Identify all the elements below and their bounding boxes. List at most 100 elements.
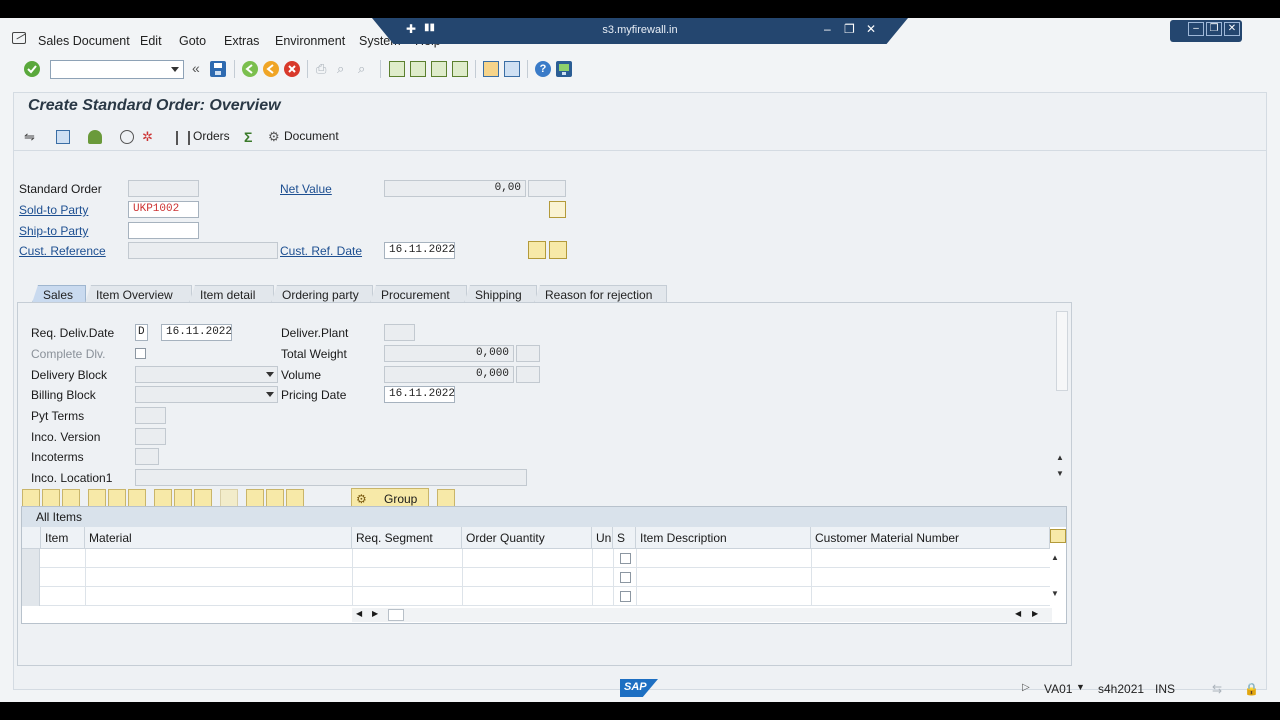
req-deliv-type-input[interactable]: D <box>135 324 148 341</box>
net-value-label[interactable]: Net Value <box>280 182 332 196</box>
print-preview-icon[interactable] <box>549 241 567 259</box>
condition-icon[interactable] <box>246 489 264 507</box>
close-window-icon[interactable]: ✕ <box>1224 22 1240 36</box>
exit-icon[interactable] <box>263 61 279 77</box>
document-header-icon[interactable] <box>549 201 566 218</box>
orders-icon[interactable] <box>176 131 190 145</box>
column-un[interactable]: Un <box>592 527 613 549</box>
enter-icon[interactable] <box>24 61 40 77</box>
table-row[interactable] <box>22 549 1050 568</box>
tab-reason-for-rejection[interactable]: Reason for rejection <box>534 285 667 303</box>
row-checkbox[interactable] <box>620 591 631 602</box>
status-expand-icon[interactable]: ▷ <box>1022 682 1030 693</box>
incoterms-input[interactable] <box>135 448 159 465</box>
next-page-icon[interactable] <box>431 61 447 77</box>
complete-dlv-checkbox[interactable] <box>135 348 146 359</box>
billing-block-dropdown[interactable] <box>135 386 278 403</box>
menu-edit[interactable]: Edit <box>140 34 162 48</box>
pyt-terms-input[interactable] <box>135 407 166 424</box>
inco-location-input[interactable] <box>135 469 527 486</box>
column-material[interactable]: Material <box>85 527 352 549</box>
orders-button[interactable]: Orders <box>193 129 230 143</box>
menu-extras[interactable]: Extras <box>224 34 259 48</box>
horizontal-scrollbar[interactable]: ◀ ▶ ◀ ▶ <box>352 608 1052 622</box>
ship-to-party-input[interactable] <box>128 222 199 239</box>
last-page-icon[interactable] <box>452 61 468 77</box>
tab-procurement[interactable]: Procurement <box>370 285 467 303</box>
tab-item-detail[interactable]: Item detail <box>189 285 274 303</box>
table-row[interactable] <box>22 568 1050 587</box>
display-doc-flow-icon[interactable]: ⇋ <box>24 130 38 144</box>
menu-goto[interactable]: Goto <box>179 34 206 48</box>
cancel-icon[interactable] <box>284 61 300 77</box>
chevron-down-icon[interactable] <box>266 372 274 377</box>
new-session-icon[interactable] <box>483 61 499 77</box>
incompletion-icon[interactable]: ✲ <box>142 130 156 144</box>
column-req-segment[interactable]: Req. Segment <box>352 527 462 549</box>
inco-version-input[interactable] <box>135 428 166 445</box>
chevron-down-icon[interactable] <box>266 392 274 397</box>
minimize-icon[interactable]: – <box>824 22 831 36</box>
edit-icon[interactable] <box>286 489 304 507</box>
column-item[interactable]: Item <box>41 527 85 549</box>
select-block-icon[interactable] <box>108 489 126 507</box>
item-details-icon[interactable] <box>22 489 40 507</box>
menu-environment[interactable]: Environment <box>275 34 345 48</box>
scroll-down-icon[interactable]: ▼ <box>1056 469 1064 478</box>
row-selector[interactable] <box>22 549 40 568</box>
tab-item-overview[interactable]: Item Overview <box>85 285 192 303</box>
restore-window-icon[interactable]: ❐ <box>1206 22 1222 36</box>
delivery-block-dropdown[interactable] <box>135 366 278 383</box>
close-icon[interactable]: ✕ <box>866 22 876 36</box>
delete-row-icon[interactable] <box>62 489 80 507</box>
lock-icon[interactable]: 🔒 <box>1244 682 1259 696</box>
restore-icon[interactable]: ❐ <box>844 22 855 36</box>
req-deliv-date-input[interactable]: 16.11.2022 <box>161 324 232 341</box>
table-config-icon[interactable] <box>1050 529 1066 543</box>
collapse-icon[interactable]: « <box>192 60 200 76</box>
cust-reference-label[interactable]: Cust. Reference <box>19 244 106 258</box>
menu-sales-document[interactable]: Sales Document <box>38 34 130 48</box>
row-checkbox[interactable] <box>620 572 631 583</box>
insert-row-icon[interactable] <box>42 489 60 507</box>
vertical-scrollbar[interactable] <box>1056 311 1068 391</box>
column-item-description[interactable]: Item Description <box>636 527 811 549</box>
cust-reference-input[interactable] <box>128 242 278 259</box>
command-input[interactable] <box>51 61 163 77</box>
sum-icon[interactable]: Σ <box>244 130 258 144</box>
pricing-icon[interactable] <box>528 241 546 259</box>
table-row[interactable] <box>22 587 1050 606</box>
scroll-right-icon[interactable]: ▶ <box>372 609 378 618</box>
sold-to-party-label[interactable]: Sold-to Party <box>19 203 88 217</box>
help-icon[interactable]: ? <box>535 61 551 77</box>
sold-to-party-input[interactable]: UKP1002 <box>128 201 199 218</box>
schedule-lines-icon[interactable] <box>266 489 284 507</box>
batch-icon[interactable] <box>194 489 212 507</box>
scroll-left-icon[interactable]: ◀ <box>1015 609 1021 618</box>
scroll-up-icon[interactable]: ▲ <box>1056 453 1064 462</box>
select-all-icon[interactable] <box>88 489 106 507</box>
row-selector[interactable] <box>22 587 40 606</box>
column-order-quantity[interactable]: Order Quantity <box>462 527 592 549</box>
column-customer-material-number[interactable]: Customer Material Number <box>811 527 1050 549</box>
tab-sales[interactable]: Sales <box>32 285 86 303</box>
scroll-right-icon[interactable]: ▶ <box>1032 609 1038 618</box>
configuration-icon[interactable] <box>154 489 172 507</box>
cust-ref-date-input[interactable]: 16.11.2022 <box>384 242 455 259</box>
minimize-window-icon[interactable]: – <box>1188 22 1204 36</box>
select-all-column[interactable] <box>22 527 41 549</box>
chevron-down-icon[interactable] <box>171 67 179 72</box>
partner-icon[interactable] <box>88 130 102 144</box>
column-s[interactable]: S <box>613 527 636 549</box>
scroll-up-icon[interactable]: ▲ <box>1051 553 1059 562</box>
group-button[interactable]: ⚙ Group <box>351 488 429 508</box>
document-icon[interactable]: ⚙ <box>268 130 282 144</box>
scroll-down-icon[interactable]: ▼ <box>1051 589 1059 598</box>
shortcut-icon[interactable] <box>504 61 520 77</box>
tab-shipping[interactable]: Shipping <box>464 285 537 303</box>
scroll-thumb[interactable] <box>388 609 404 621</box>
customize-icon[interactable] <box>12 32 26 44</box>
availability-icon[interactable] <box>120 130 134 144</box>
back-icon[interactable] <box>242 61 258 77</box>
cust-ref-date-label[interactable]: Cust. Ref. Date <box>280 244 362 258</box>
